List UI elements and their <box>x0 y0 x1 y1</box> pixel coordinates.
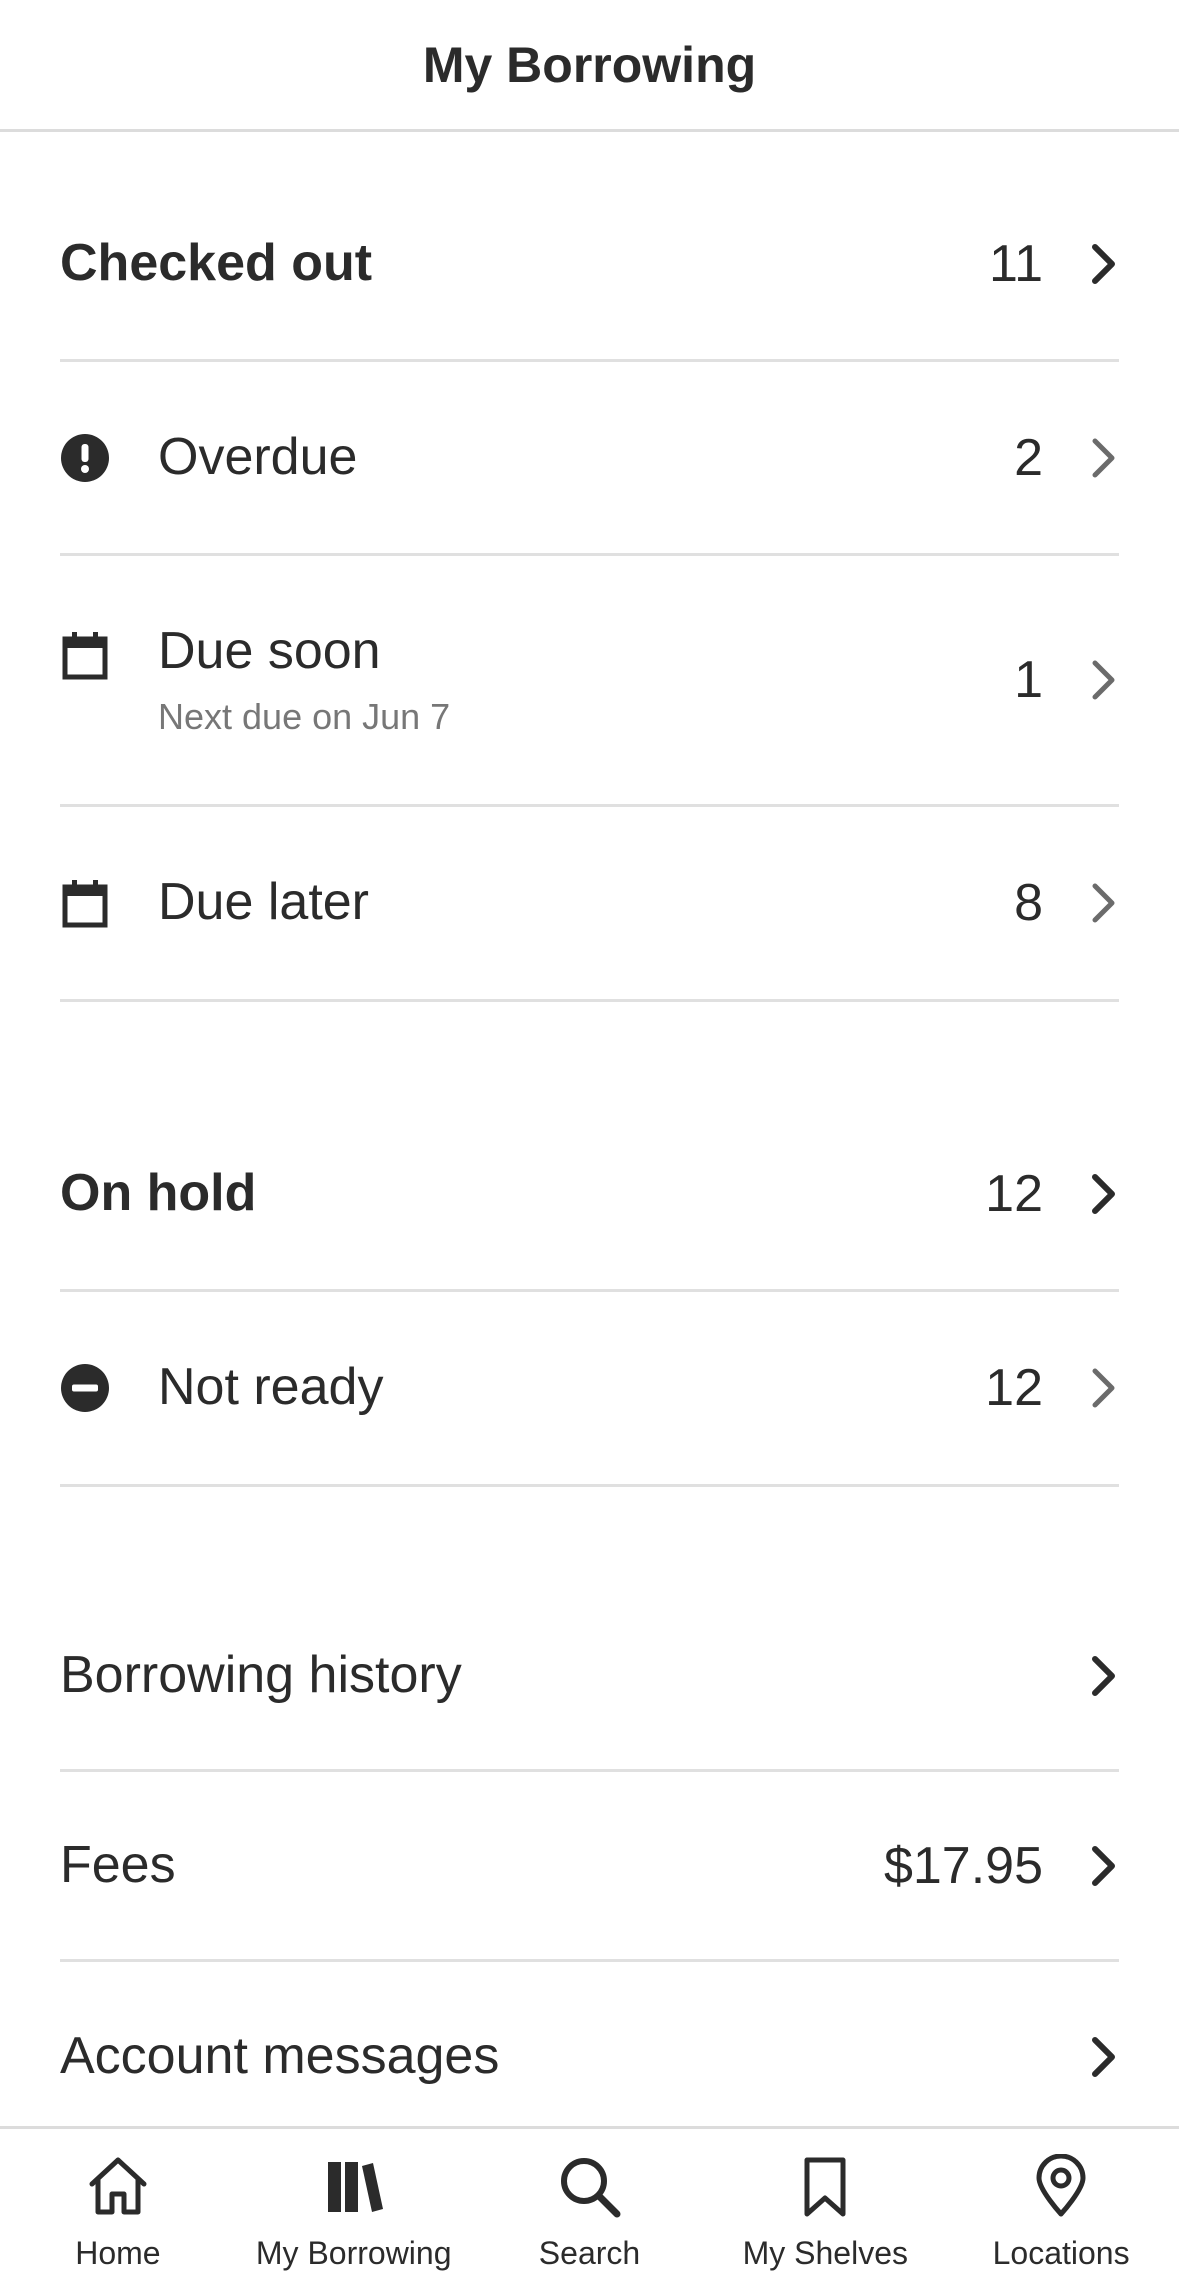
due-soon-row[interactable]: Due soon Next due on Jun 7 1 <box>60 556 1119 807</box>
on-hold-count: 12 <box>985 1164 1043 1223</box>
location-pin-icon <box>1026 2151 1096 2221</box>
fees-label: Fees <box>60 1835 176 1894</box>
account-messages-row[interactable]: Account messages <box>60 1962 1119 2152</box>
minus-circle-icon <box>60 1363 110 1413</box>
checked-out-row[interactable]: Checked out 11 <box>60 168 1119 362</box>
chevron-right-icon <box>1089 1655 1119 1697</box>
tab-label: Search <box>538 2235 641 2271</box>
due-later-count: 8 <box>1014 874 1043 932</box>
chevron-right-icon <box>1089 437 1119 479</box>
chevron-right-icon <box>1089 2036 1119 2078</box>
not-ready-label: Not ready <box>158 1358 384 1417</box>
chevron-right-icon <box>1089 882 1119 924</box>
bookmark-icon <box>790 2151 860 2221</box>
tab-locations[interactable]: Locations <box>943 2129 1179 2285</box>
chevron-right-icon <box>1089 1173 1119 1215</box>
tab-label: Home <box>75 2235 161 2271</box>
not-ready-row[interactable]: Not ready 12 <box>60 1292 1119 1487</box>
tab-my-shelves[interactable]: My Shelves <box>707 2129 943 2285</box>
fees-amount: $17.95 <box>883 1836 1043 1895</box>
exclamation-circle-icon <box>60 433 110 483</box>
chevron-right-icon <box>1089 243 1119 285</box>
page-title: My Borrowing <box>422 36 757 93</box>
on-hold-label: On hold <box>60 1163 257 1222</box>
borrowing-history-row[interactable]: Borrowing history <box>60 1582 1119 1772</box>
overdue-label: Overdue <box>158 427 358 486</box>
chevron-right-icon <box>1089 659 1119 701</box>
chevron-right-icon <box>1089 1367 1119 1409</box>
not-ready-count: 12 <box>985 1359 1043 1417</box>
overdue-count: 2 <box>1014 428 1043 487</box>
account-messages-label: Account messages <box>60 2027 500 2086</box>
search-icon <box>554 2151 624 2221</box>
due-soon-count: 1 <box>1014 651 1043 709</box>
tab-home[interactable]: Home <box>0 2129 236 2285</box>
overdue-row[interactable]: Overdue 2 <box>60 362 1119 556</box>
next-due-date: Next due on Jun 7 <box>158 695 451 737</box>
due-later-row[interactable]: Due later 8 <box>60 807 1119 1002</box>
tab-search[interactable]: Search <box>472 2129 708 2285</box>
calendar-icon <box>60 630 110 680</box>
fees-row[interactable]: Fees $17.95 <box>60 1772 1119 1962</box>
home-icon <box>83 2151 153 2221</box>
chevron-right-icon <box>1089 1845 1119 1887</box>
checked-out-label: Checked out <box>60 233 373 292</box>
tab-label: Locations <box>992 2235 1130 2271</box>
due-soon-label: Due soon <box>158 622 381 681</box>
tab-label: My Shelves <box>742 2235 908 2271</box>
borrowing-history-label: Borrowing history <box>60 1645 462 1704</box>
tab-label: My Borrowing <box>255 2235 452 2271</box>
due-later-label: Due later <box>158 873 369 932</box>
top-bar: My Borrowing <box>0 0 1179 132</box>
on-hold-row[interactable]: On hold 12 <box>60 1098 1119 1292</box>
books-icon <box>319 2151 389 2221</box>
bottom-tab-bar: Home My Borrowing Search My Shelves Loca… <box>0 2126 1179 2285</box>
checked-out-count: 11 <box>989 234 1043 293</box>
tab-my-borrowing[interactable]: My Borrowing <box>236 2129 472 2285</box>
calendar-icon <box>60 878 110 928</box>
